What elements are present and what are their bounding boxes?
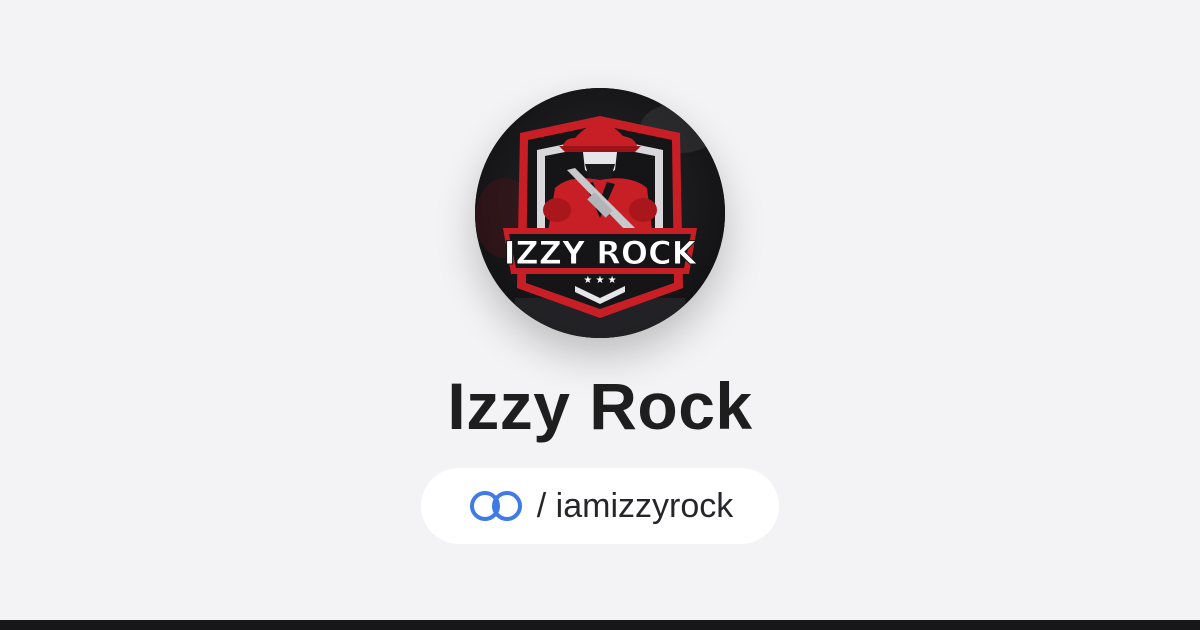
logo-stars: ★ ★ ★	[583, 275, 616, 286]
profile-display-name: Izzy Rock	[447, 369, 753, 443]
logo-text: IZZY ROCK	[504, 234, 698, 272]
izzy-rock-logo: IZZY ROCK ★ ★ ★	[475, 88, 725, 338]
profile-handle-link[interactable]: / iamizzyrock	[421, 468, 779, 544]
bottom-bar	[0, 620, 1200, 630]
linked-rings-icon	[467, 489, 525, 523]
profile-avatar: IZZY ROCK ★ ★ ★	[475, 88, 725, 338]
profile-handle: / iamizzyrock	[536, 486, 734, 525]
